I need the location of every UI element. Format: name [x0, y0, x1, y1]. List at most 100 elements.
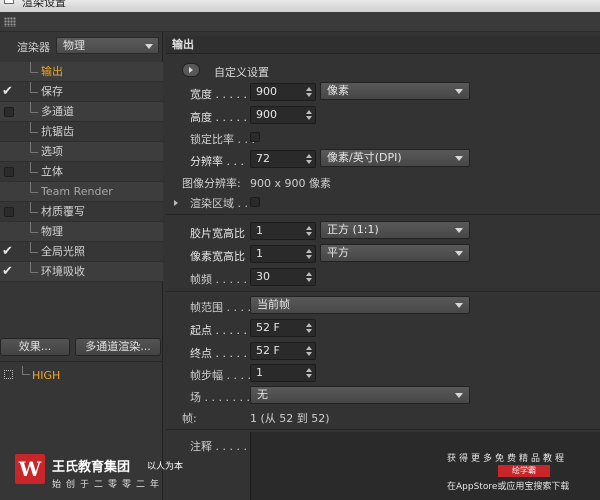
- window-title: 渲染设置: [22, 0, 66, 9]
- film-aspect-field[interactable]: 1: [250, 222, 316, 240]
- frame-step-field[interactable]: 1: [250, 364, 316, 382]
- nav-item-label: 输出: [41, 65, 63, 78]
- frame-step-value: 1: [256, 366, 263, 379]
- frame-range-value: 当前帧: [257, 298, 290, 311]
- left-panel: 渲染器 物理 输出 ✔ 保存 多通道 抗锯齿 选项 立体 Team Render…: [0, 32, 163, 500]
- expand-arrow-icon[interactable]: [174, 200, 178, 206]
- nav-item-label: 保存: [41, 85, 63, 98]
- nav-item-output[interactable]: 输出: [0, 62, 163, 82]
- checkmark-icon[interactable]: ✔: [2, 242, 13, 262]
- spin-down-icon[interactable]: [306, 329, 312, 333]
- image-resolution-value: 900 x 900 像素: [250, 177, 331, 190]
- checkmark-icon[interactable]: ✔: [2, 262, 13, 282]
- render-region-checkbox[interactable]: [250, 197, 260, 207]
- spin-up-icon[interactable]: [306, 346, 312, 350]
- pixel-aspect-preset: 平方: [327, 246, 349, 259]
- checkmark-icon[interactable]: ✔: [2, 82, 13, 102]
- resolution-unit-dropdown[interactable]: 像素/英寸(DPI): [320, 149, 470, 167]
- nav-item-ambient-occlusion[interactable]: ✔ 环境吸收: [0, 262, 163, 282]
- spin-up-icon[interactable]: [306, 368, 312, 372]
- nav-item-material-override[interactable]: 材质覆写: [0, 202, 163, 222]
- brand-logo: W: [15, 454, 45, 484]
- spin-up-icon[interactable]: [306, 272, 312, 276]
- enable-checkbox[interactable]: [4, 107, 14, 117]
- resolution-unit-value: 像素/英寸(DPI): [327, 151, 402, 164]
- tree-connector: [30, 222, 38, 233]
- nav-item-global-illumination[interactable]: ✔ 全局光照: [0, 242, 163, 262]
- promo-line: 获得更多免费精品教程: [447, 454, 568, 464]
- spin-down-icon[interactable]: [306, 116, 312, 120]
- brand-founded: 始创于二零零二年: [52, 480, 165, 490]
- film-aspect-dropdown[interactable]: 正方 (1:1): [320, 221, 470, 239]
- fps-field[interactable]: 30: [250, 268, 316, 286]
- fps-label: 帧频 . . . . .: [190, 273, 247, 286]
- field-value: 无: [257, 388, 268, 401]
- nav-item-label: 物理: [41, 225, 63, 238]
- enable-checkbox[interactable]: [4, 207, 14, 217]
- spin-down-icon[interactable]: [306, 374, 312, 378]
- start-field[interactable]: 52 F: [250, 319, 316, 337]
- grip-icon[interactable]: [4, 17, 16, 27]
- spin-down-icon[interactable]: [306, 93, 312, 97]
- spin-up-icon[interactable]: [306, 87, 312, 91]
- resolution-field[interactable]: 72: [250, 150, 316, 168]
- spin-down-icon[interactable]: [306, 160, 312, 164]
- nav-item-options[interactable]: 选项: [0, 142, 163, 162]
- spin-down-icon[interactable]: [306, 278, 312, 282]
- preset-icon: [4, 370, 13, 379]
- window-icon: [4, 0, 14, 4]
- tree-connector: [30, 262, 38, 273]
- width-field[interactable]: 900: [250, 83, 316, 101]
- pixel-aspect-field[interactable]: 1: [250, 245, 316, 263]
- divider: [166, 214, 600, 215]
- tree-connector: [30, 62, 38, 73]
- nav-item-label: 全局光照: [41, 245, 85, 258]
- chevron-down-icon: [145, 44, 153, 49]
- render-preset-item[interactable]: HIGH: [0, 366, 163, 384]
- divider: [166, 291, 600, 292]
- end-value: 52 F: [256, 344, 280, 357]
- section-title: 输出: [166, 36, 600, 54]
- spin-up-icon[interactable]: [306, 226, 312, 230]
- play-icon[interactable]: [182, 63, 200, 77]
- field-label: 场 . . . . . . .: [190, 391, 250, 404]
- nav-item-save[interactable]: ✔ 保存: [0, 82, 163, 102]
- spin-down-icon[interactable]: [306, 232, 312, 236]
- lock-ratio-checkbox[interactable]: [250, 132, 260, 142]
- spin-up-icon[interactable]: [306, 154, 312, 158]
- size-unit-dropdown[interactable]: 像素: [320, 82, 470, 100]
- output-settings-panel: 输出 自定义设置 宽度 . . . . . 900 像素 高度 . . . . …: [166, 32, 600, 500]
- resolution-label: 分辨率 . . .: [190, 155, 244, 168]
- settings-nav: 输出 ✔ 保存 多通道 抗锯齿 选项 立体 Team Render 材质覆写 物…: [0, 62, 163, 282]
- nav-item-multipass[interactable]: 多通道: [0, 102, 163, 122]
- height-field[interactable]: 900: [250, 106, 316, 124]
- nav-item-team-render[interactable]: Team Render: [0, 182, 163, 202]
- nav-item-label: 抗锯齿: [41, 125, 74, 138]
- film-aspect-preset: 正方 (1:1): [327, 223, 379, 236]
- nav-item-physical[interactable]: 物理: [0, 222, 163, 242]
- film-aspect-value: 1: [256, 224, 263, 237]
- spin-down-icon[interactable]: [306, 255, 312, 259]
- frames-value: 1 (从 52 到 52): [250, 412, 330, 425]
- pixel-aspect-dropdown[interactable]: 平方: [320, 244, 470, 262]
- nav-item-stereo[interactable]: 立体: [0, 162, 163, 182]
- nav-item-antialiasing[interactable]: 抗锯齿: [0, 122, 163, 142]
- end-label: 终点 . . . . .: [190, 347, 247, 360]
- film-aspect-label: 胶片宽高比: [190, 227, 245, 240]
- brand-slogan: 以人为本: [147, 462, 184, 472]
- spin-up-icon[interactable]: [306, 110, 312, 114]
- spin-up-icon[interactable]: [306, 323, 312, 327]
- nav-item-label: 环境吸收: [41, 265, 85, 278]
- multipass-render-button[interactable]: 多通道渲染...: [75, 338, 161, 356]
- renderer-dropdown[interactable]: 物理: [56, 37, 159, 54]
- effects-button[interactable]: 效果...: [0, 338, 70, 356]
- frame-range-dropdown[interactable]: 当前帧: [250, 296, 470, 314]
- preset-label: HIGH: [32, 369, 61, 382]
- end-field[interactable]: 52 F: [250, 342, 316, 360]
- field-dropdown[interactable]: 无: [250, 386, 470, 404]
- spin-up-icon[interactable]: [306, 249, 312, 253]
- tree-connector: [22, 366, 30, 375]
- spin-down-icon[interactable]: [306, 352, 312, 356]
- tree-connector: [30, 162, 38, 173]
- enable-checkbox[interactable]: [4, 167, 14, 177]
